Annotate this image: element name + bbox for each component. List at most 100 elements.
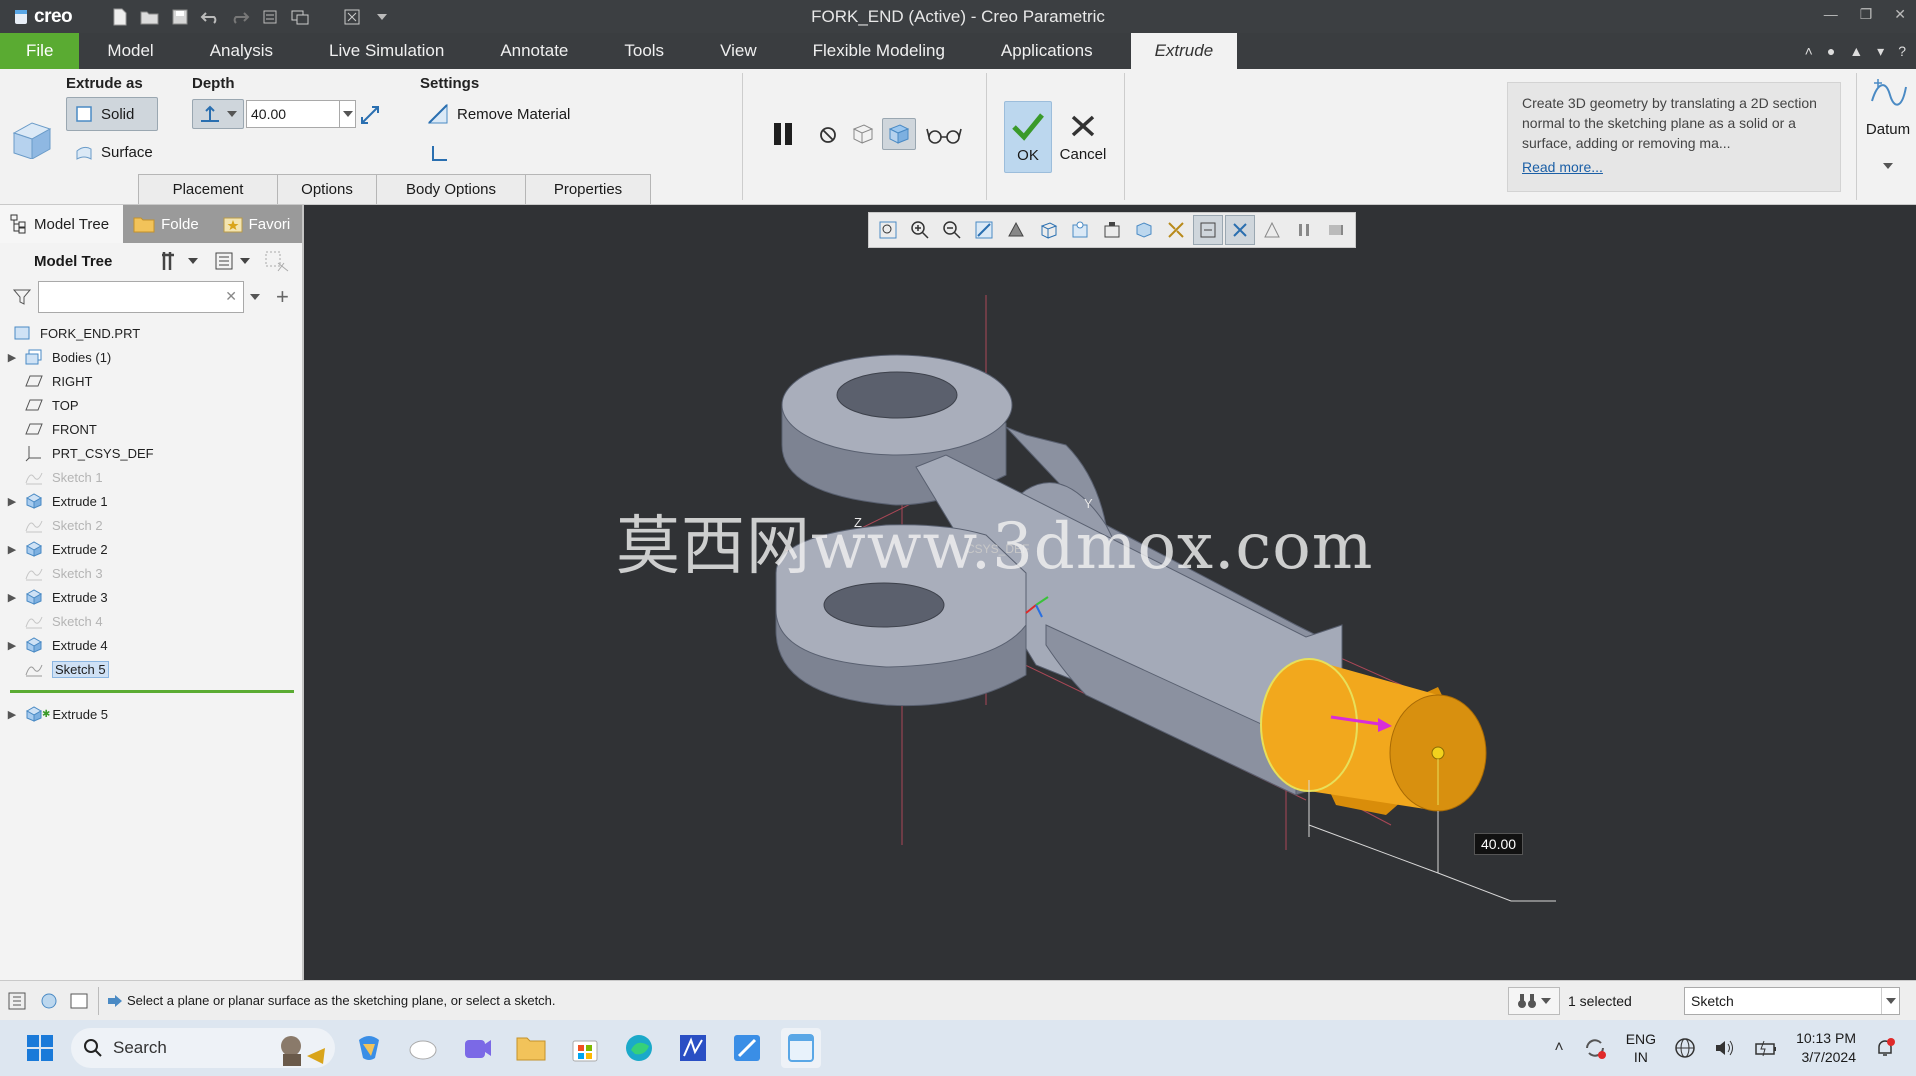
tab-applications[interactable]: Applications (973, 33, 1121, 69)
tree-item[interactable]: Sketch 5 (0, 657, 302, 681)
settings-tools-icon[interactable] (158, 249, 184, 273)
windows-start-icon[interactable] (20, 1028, 60, 1068)
tab-analysis[interactable]: Analysis (182, 33, 301, 69)
learning-icon[interactable]: ▲ (1849, 43, 1863, 59)
show-list-icon[interactable] (214, 250, 236, 272)
surface-button[interactable]: Surface (66, 137, 158, 167)
tree-item[interactable]: ▶ Extrude 2 (0, 537, 302, 561)
volume-icon[interactable] (1714, 1038, 1736, 1058)
clear-search-icon[interactable]: ✕ (225, 288, 237, 305)
expand-arrow-icon[interactable]: ▶ (0, 351, 24, 364)
insert-here-indicator[interactable] (10, 690, 294, 693)
tree-item[interactable]: RIGHT (0, 369, 302, 393)
no-preview-button[interactable] (816, 123, 840, 147)
tree-item[interactable]: Sketch 2 (0, 513, 302, 537)
close-window-icon[interactable] (342, 7, 362, 27)
settings-dropdown-icon[interactable] (188, 257, 200, 265)
graphics-window[interactable]: Y Z CSYS_DEF 莫西网www.3dmox.com 40.00 (306, 205, 1916, 980)
tree-filters-icon[interactable] (264, 249, 290, 273)
tab-favorites[interactable]: Favori (212, 205, 302, 243)
tab-model-tree[interactable]: Model Tree (0, 205, 124, 243)
help-dropdown-icon[interactable]: ▾ (1877, 43, 1884, 60)
tree-item[interactable]: PRT_CSYS_DEF (0, 441, 302, 465)
thicken-sketch-button[interactable] (426, 139, 454, 167)
model-canvas[interactable]: Y Z CSYS_DEF (306, 205, 1916, 980)
tree-item[interactable]: ▶ Bodies (1) (0, 345, 302, 369)
collapse-ribbon-icon[interactable]: ˄ (1805, 43, 1813, 59)
tab-placement[interactable]: Placement (138, 174, 278, 204)
tab-view[interactable]: View (692, 33, 785, 69)
read-more-link[interactable]: Read more... (1522, 157, 1826, 177)
tree-search-input[interactable]: ✕ (38, 281, 244, 313)
tree-item[interactable]: ▶ Extrude 4 (0, 633, 302, 657)
show-hidden-icons-icon[interactable]: ˄ (1554, 1039, 1563, 1057)
microsoft-store-icon[interactable] (565, 1028, 605, 1068)
undo-icon[interactable] (200, 7, 220, 27)
open-icon[interactable] (140, 7, 160, 27)
expand-arrow-icon[interactable]: ▶ (0, 639, 24, 652)
tree-item[interactable]: ▶ Extrude 3 (0, 585, 302, 609)
glasses-preview-button[interactable] (924, 121, 964, 149)
filter-dropdown-icon[interactable] (1881, 988, 1899, 1014)
tree-item[interactable]: Sketch 4 (0, 609, 302, 633)
windows-icon[interactable] (290, 7, 310, 27)
expand-arrow-icon[interactable]: ▶ (0, 591, 24, 604)
tab-live-simulation[interactable]: Live Simulation (301, 33, 472, 69)
depth-value-input[interactable]: 40.00 (246, 100, 340, 128)
tree-item[interactable]: ▶ Extrude 1 (0, 489, 302, 513)
battery-icon[interactable] (1754, 1038, 1778, 1058)
tab-extrude[interactable]: Extrude (1130, 33, 1238, 69)
network-globe-icon[interactable] (1674, 1037, 1696, 1059)
show-dropdown-icon[interactable] (240, 257, 252, 265)
find-button[interactable] (1508, 987, 1560, 1015)
tree-item[interactable]: Sketch 3 (0, 561, 302, 585)
fullscreen-icon[interactable] (64, 991, 94, 1011)
tree-item[interactable]: FORK_END.PRT (0, 321, 302, 345)
creo-taskbar-icon[interactable] (781, 1028, 821, 1068)
notification-bell-icon[interactable] (1874, 1037, 1896, 1059)
depth-value-dropdown[interactable] (340, 100, 356, 128)
selection-filter[interactable]: Sketch (1684, 987, 1900, 1015)
language-indicator[interactable]: ENG IN (1626, 1030, 1656, 1066)
new-icon[interactable] (110, 7, 130, 27)
depth-type-button[interactable] (192, 99, 244, 129)
tree-item-new-feature[interactable]: ▶ ✱ Extrude 5 (0, 702, 302, 726)
restore-icon[interactable]: ❐ (1860, 6, 1873, 23)
cancel-button[interactable]: Cancel (1056, 103, 1110, 173)
datum-group[interactable]: Datum (1862, 75, 1914, 195)
clock[interactable]: 10:13 PM 3/7/2024 (1796, 1029, 1856, 1067)
copilot-icon[interactable] (349, 1028, 389, 1068)
tab-file[interactable]: File (0, 33, 80, 69)
selection-count[interactable]: 1 selected (1568, 993, 1632, 1009)
expand-arrow-icon[interactable]: ▶ (0, 495, 24, 508)
tab-flexible-modeling[interactable]: Flexible Modeling (785, 33, 973, 69)
verify-preview-button[interactable] (882, 118, 916, 150)
user-icon[interactable]: ● (1827, 43, 1835, 59)
file-explorer-icon[interactable] (511, 1028, 551, 1068)
tab-annotate[interactable]: Annotate (472, 33, 596, 69)
sync-icon[interactable] (1582, 1035, 1608, 1061)
tree-item[interactable]: TOP (0, 393, 302, 417)
solid-button[interactable]: Solid (66, 97, 158, 131)
expand-arrow-icon[interactable]: ▶ (0, 543, 24, 556)
tab-body-options[interactable]: Body Options (376, 174, 526, 204)
close-icon[interactable]: ✕ (1894, 6, 1906, 23)
tab-model[interactable]: Model (79, 33, 181, 69)
add-filter-icon[interactable]: + (276, 284, 289, 310)
pause-button[interactable] (768, 119, 798, 149)
mathcad-icon[interactable] (673, 1028, 713, 1068)
expand-arrow-icon[interactable]: ▶ (0, 708, 24, 721)
save-icon[interactable] (170, 7, 190, 27)
search-dropdown-icon[interactable] (250, 293, 262, 301)
depth-dimension-label[interactable]: 40.00 (1474, 833, 1524, 855)
flip-direction-button[interactable] (356, 101, 384, 129)
teams-icon[interactable] (457, 1028, 497, 1068)
tab-options[interactable]: Options (277, 174, 377, 204)
tree-item[interactable]: Sketch 1 (0, 465, 302, 489)
weather-icon[interactable] (403, 1028, 443, 1068)
remove-material-button[interactable]: Remove Material (426, 99, 577, 129)
customize-dropdown-icon[interactable] (372, 7, 392, 27)
minimize-icon[interactable]: — (1824, 6, 1838, 23)
paint-app-icon[interactable] (727, 1028, 767, 1068)
redo-icon[interactable] (230, 7, 250, 27)
